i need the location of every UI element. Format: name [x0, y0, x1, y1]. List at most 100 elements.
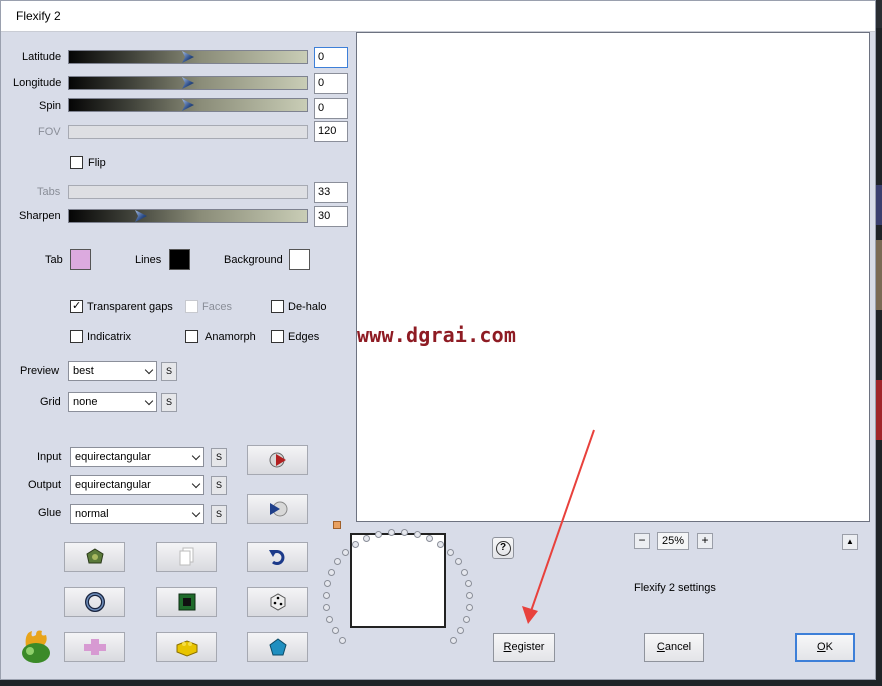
spin-slider[interactable] — [68, 98, 308, 112]
chevron-down-icon — [144, 365, 154, 375]
glue-s-button[interactable]: S — [211, 505, 227, 524]
dial-dot[interactable] — [339, 636, 347, 644]
import-projection-button[interactable] — [247, 445, 308, 475]
slider-thumb[interactable] — [182, 77, 194, 89]
zoom-in-button[interactable]: + — [697, 533, 713, 549]
undo-button[interactable] — [247, 542, 308, 572]
collapse-button[interactable]: ▲ — [842, 534, 858, 550]
copy-button[interactable] — [156, 542, 217, 572]
preview-select-value: best — [73, 365, 94, 377]
dial-dot[interactable] — [446, 549, 454, 557]
anamorph-checkbox[interactable] — [185, 330, 198, 343]
background-color-swatch[interactable] — [289, 249, 310, 270]
cancel-label: ancel — [664, 641, 692, 653]
turtle-button[interactable] — [64, 542, 125, 572]
chevron-down-icon — [191, 508, 201, 518]
flip-checkbox[interactable] — [70, 156, 83, 169]
dial-dot[interactable] — [465, 604, 473, 612]
dial-dot[interactable] — [413, 530, 421, 538]
dial-dot[interactable] — [328, 569, 336, 577]
grid-s-button[interactable]: S — [161, 393, 177, 412]
settings-label: Flexify 2 settings — [634, 582, 716, 594]
sharpen-slider[interactable] — [68, 209, 308, 223]
register-label: egister — [511, 641, 545, 653]
slider-thumb[interactable] — [182, 99, 194, 111]
fov-input[interactable]: 120 — [314, 121, 348, 142]
glue-select-value: normal — [75, 508, 109, 520]
cancel-button[interactable]: Cancel — [644, 633, 704, 662]
dial-dot[interactable] — [462, 615, 470, 623]
de-halo-checkbox[interactable] — [271, 300, 284, 313]
register-button[interactable]: Register — [493, 633, 555, 662]
spin-label: Spin — [39, 100, 62, 112]
tabs-input[interactable]: 33 — [314, 182, 348, 203]
dial-dot[interactable] — [331, 626, 339, 634]
glue-select[interactable]: normal — [70, 504, 204, 524]
add-button[interactable] — [64, 632, 125, 662]
output-s-button[interactable]: S — [211, 476, 227, 495]
dial-dot[interactable] — [449, 636, 457, 644]
input-select[interactable]: equirectangular — [70, 447, 204, 467]
random-button[interactable] — [247, 587, 308, 617]
navigator-thumbnail[interactable] — [350, 533, 446, 628]
dial-dot[interactable] — [425, 534, 433, 542]
dial-dot[interactable] — [363, 534, 371, 542]
anamorph-label: Anamorph — [205, 331, 256, 343]
grid-label: Grid — [40, 396, 61, 408]
dial-dot[interactable] — [351, 541, 359, 549]
ok-button[interactable]: OK — [795, 633, 855, 662]
gem-button[interactable] — [247, 632, 308, 662]
brick-button[interactable] — [156, 632, 217, 662]
input-label: Input — [37, 451, 62, 463]
lines-color-swatch[interactable] — [169, 249, 190, 270]
dial-dot[interactable] — [322, 592, 330, 600]
slider-thumb[interactable] — [182, 51, 194, 63]
frame-button[interactable] — [156, 587, 217, 617]
dial-dot[interactable] — [387, 528, 395, 536]
preview-canvas[interactable] — [356, 32, 870, 522]
zoom-out-button[interactable]: − — [634, 533, 650, 549]
chevron-down-icon — [191, 479, 201, 489]
turtle-icon — [85, 548, 104, 564]
longitude-slider[interactable] — [68, 76, 308, 90]
output-select[interactable]: equirectangular — [70, 475, 204, 495]
dial-dot[interactable] — [401, 528, 408, 536]
preview-select[interactable]: best — [68, 361, 157, 381]
latitude-slider[interactable] — [68, 50, 308, 64]
slider-thumb[interactable] — [135, 210, 147, 222]
grid-select-value: none — [73, 396, 98, 408]
ring-button[interactable] — [64, 587, 125, 617]
indicatrix-label: Indicatrix — [87, 331, 132, 343]
window-title: Flexify 2 — [16, 9, 61, 23]
watermark-text: www.dgrai.com — [357, 323, 517, 347]
help-button[interactable]: ? — [492, 537, 514, 559]
transparent-gaps-checkbox[interactable]: ✓ — [70, 300, 83, 313]
ok-accesskey: O — [817, 641, 826, 653]
sphere-arrow-icon — [269, 452, 286, 468]
spin-input[interactable]: 0 — [314, 98, 348, 119]
preview-s-button[interactable]: S — [161, 362, 177, 381]
tabs-slider — [68, 185, 308, 199]
ok-label: K — [825, 641, 833, 653]
play-sphere-icon — [269, 501, 287, 517]
edges-label: Edges — [288, 331, 320, 343]
latitude-input[interactable]: 0 — [314, 47, 348, 68]
tab-color-label: Tab — [45, 254, 63, 266]
input-s-button[interactable]: S — [211, 448, 227, 467]
fov-label: FOV — [38, 126, 61, 138]
indicatrix-checkbox[interactable] — [70, 330, 83, 343]
dial-dot[interactable] — [375, 530, 383, 538]
grid-select[interactable]: none — [68, 392, 157, 412]
faces-checkbox — [185, 300, 198, 313]
export-projection-button[interactable] — [247, 494, 308, 524]
dial-dot[interactable] — [460, 569, 468, 577]
latitude-label: Latitude — [22, 51, 62, 63]
longitude-input[interactable]: 0 — [314, 73, 348, 94]
undo-arrow-icon — [268, 550, 284, 565]
edges-checkbox[interactable] — [271, 330, 284, 343]
zoom-level: 25% — [657, 532, 689, 550]
sharpen-input[interactable]: 30 — [314, 206, 348, 227]
pink-cross-icon — [83, 639, 106, 655]
tab-color-swatch[interactable] — [70, 249, 91, 270]
navigator-handle[interactable] — [333, 521, 341, 529]
